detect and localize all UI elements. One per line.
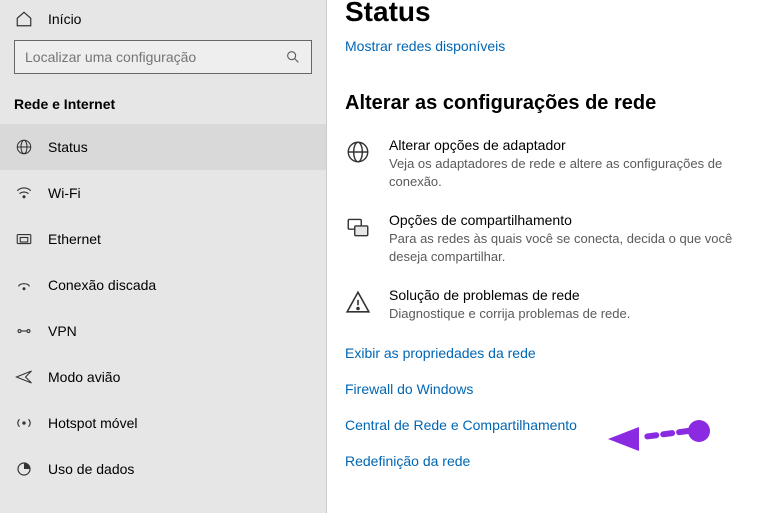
adapter-icon (345, 137, 371, 165)
wifi-icon (14, 184, 34, 202)
sidebar-item-label: Hotspot móvel (48, 415, 137, 431)
link-network-properties[interactable]: Exibir as propriedades da rede (345, 345, 772, 361)
sidebar-item-airplane[interactable]: Modo avião (0, 354, 326, 400)
warning-icon (345, 287, 371, 315)
sidebar-category: Rede e Internet (0, 92, 326, 124)
sidebar-item-label: Ethernet (48, 231, 101, 247)
link-network-reset[interactable]: Redefinição da rede (345, 453, 772, 469)
search-icon (285, 49, 301, 65)
page-title: Status (345, 0, 772, 28)
sidebar-item-label: Conexão discada (48, 277, 156, 293)
main-content: Status Mostrar redes disponíveis Alterar… (327, 0, 772, 513)
sidebar-home[interactable]: Início (0, 4, 326, 40)
sidebar-item-vpn[interactable]: VPN (0, 308, 326, 354)
option-title: Alterar opções de adaptador (389, 137, 769, 153)
sidebar-item-wifi[interactable]: Wi-Fi (0, 170, 326, 216)
option-desc: Diagnostique e corrija problemas de rede… (389, 305, 630, 323)
option-desc: Para as redes às quais você se conecta, … (389, 230, 769, 265)
link-windows-firewall[interactable]: Firewall do Windows (345, 381, 772, 397)
option-adapter[interactable]: Alterar opções de adaptador Veja os adap… (345, 137, 772, 190)
sidebar-item-label: Wi-Fi (48, 185, 81, 201)
sidebar-item-hotspot[interactable]: Hotspot móvel (0, 400, 326, 446)
globe-icon (14, 138, 34, 156)
search-input[interactable] (25, 49, 285, 65)
sidebar-item-label: Uso de dados (48, 461, 134, 477)
option-title: Opções de compartilhamento (389, 212, 769, 228)
vpn-icon (14, 322, 34, 340)
show-networks-link[interactable]: Mostrar redes disponíveis (345, 38, 772, 54)
ethernet-icon (14, 230, 34, 248)
section-title: Alterar as configurações de rede (345, 92, 772, 115)
option-desc: Veja os adaptadores de rede e altere as … (389, 155, 769, 190)
data-usage-icon (14, 460, 34, 478)
sidebar-item-status[interactable]: Status (0, 124, 326, 170)
sidebar-item-dialup[interactable]: Conexão discada (0, 262, 326, 308)
hotspot-icon (14, 414, 34, 432)
search-settings[interactable] (14, 40, 312, 74)
sharing-icon (345, 212, 371, 240)
sidebar-item-label: Status (48, 139, 88, 155)
settings-sidebar: Início Rede e Internet Status Wi-Fi (0, 0, 327, 513)
sidebar-item-ethernet[interactable]: Ethernet (0, 216, 326, 262)
option-troubleshoot[interactable]: Solução de problemas de rede Diagnostiqu… (345, 287, 772, 323)
sidebar-item-data-usage[interactable]: Uso de dados (0, 446, 326, 492)
dialup-icon (14, 276, 34, 294)
link-network-sharing-center[interactable]: Central de Rede e Compartilhamento (345, 417, 772, 433)
airplane-icon (14, 368, 34, 386)
sidebar-home-label: Início (48, 11, 81, 27)
home-icon (14, 10, 34, 28)
option-sharing[interactable]: Opções de compartilhamento Para as redes… (345, 212, 772, 265)
sidebar-item-label: Modo avião (48, 369, 120, 385)
sidebar-item-label: VPN (48, 323, 77, 339)
option-title: Solução de problemas de rede (389, 287, 630, 303)
